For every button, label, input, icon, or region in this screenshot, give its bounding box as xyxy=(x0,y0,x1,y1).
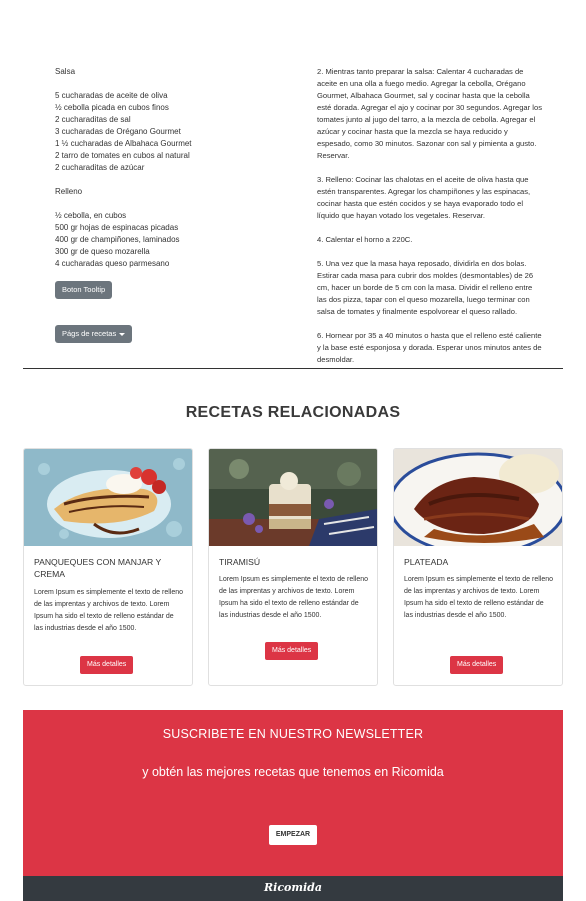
newsletter-subtitle: y obtén las mejores recetas que tenemos … xyxy=(142,765,444,779)
card-title: PANQUEQUES CON MANJAR Y CREMA xyxy=(34,557,162,579)
ingredient-item: 2 tarro de tomates en cubos al natural xyxy=(55,151,190,160)
recipe-card-panqueques: PANQUEQUES CON MANJAR Y CREMA Lorem Ipsu… xyxy=(23,448,193,686)
card-title: TIRAMISÚ xyxy=(219,557,261,567)
panqueques-image xyxy=(24,449,192,546)
more-details-button[interactable]: Más detalles xyxy=(265,642,319,660)
footer-logo[interactable]: Ricomida xyxy=(23,881,563,894)
ingredient-item: 400 gr de champiñones, laminados xyxy=(55,235,180,244)
step-text: 2. Mientras tanto preparar la salsa: Cal… xyxy=(317,67,543,160)
step-text: 3. Relleno: Cocinar las chalotas en el a… xyxy=(317,175,531,220)
dropdown-label: Págs de recetas xyxy=(62,329,117,338)
recipe-section: Salsa 5 cucharadas de aceite de oliva ½ … xyxy=(0,0,586,370)
card-text: Lorem Ipsum es simplemente el texto de r… xyxy=(404,576,554,619)
ingredient-item: 1 ½ cucharadas de Albahaca Gourmet xyxy=(55,139,192,148)
recipe-card-tiramisu: TIRAMISÚ Lorem Ipsum es simplemente el t… xyxy=(208,448,378,686)
start-button[interactable]: EMPEZAR xyxy=(269,825,317,845)
ingredient-item: 500 gr hojas de espinacas picadas xyxy=(55,223,179,232)
ingredients-column: Salsa 5 cucharadas de aceite de oliva ½ … xyxy=(55,66,295,270)
ingredient-item: 300 gr de queso mozarella xyxy=(55,247,150,256)
ingredient-item: 3 cucharadas de Orégano Gourmet xyxy=(55,127,181,136)
plateada-image xyxy=(394,449,562,546)
related-recipes-title: RECETAS RELACIONADAS xyxy=(185,404,401,421)
card-text: Lorem Ipsum es simplemente el texto de r… xyxy=(34,589,184,632)
ingredient-item: ½ cebolla picada en cubos finos xyxy=(55,103,169,112)
tiramisu-image xyxy=(209,449,377,546)
recipe-pages-dropdown[interactable]: Págs de recetas xyxy=(55,325,133,343)
steps-column: 2. Mientras tanto preparar la salsa: Cal… xyxy=(317,66,543,366)
ingredient-item: 5 cucharadas de aceite de oliva xyxy=(55,91,168,100)
more-details-button[interactable]: Más detalles xyxy=(450,656,504,674)
recipe-card-plateada: PLATEADA Lorem Ipsum es simplemente el t… xyxy=(393,448,563,686)
tooltip-button[interactable]: Boton Tooltip xyxy=(55,281,113,299)
newsletter-title: SUSCRIBETE EN NUESTRO NEWSLETTER xyxy=(162,727,424,741)
caret-down-icon xyxy=(119,332,126,336)
ingredient-item: 4 cucharadas queso parmesano xyxy=(55,259,170,268)
salsa-heading: Salsa xyxy=(55,67,76,76)
step-text: 4. Calentar el horno a 220C. xyxy=(317,235,413,244)
card-title: PLATEADA xyxy=(404,557,449,567)
ingredient-item: 2 cucharaditas de azúcar xyxy=(55,163,145,172)
ingredient-item: 2 cucharaditas de sal xyxy=(55,115,131,124)
more-details-button[interactable]: Más detalles xyxy=(80,656,134,674)
footer: Ricomida xyxy=(23,876,563,901)
step-text: 5. Una vez que la masa haya reposado, di… xyxy=(317,259,534,316)
section-divider xyxy=(23,368,563,369)
card-text: Lorem Ipsum es simplemente el texto de r… xyxy=(219,576,369,619)
ingredient-item: ½ cebolla, en cubos xyxy=(55,211,127,220)
newsletter-section: SUSCRIBETE EN NUESTRO NEWSLETTER y obtén… xyxy=(23,710,563,876)
step-text: 6. Hornear por 35 a 40 minutos o hasta q… xyxy=(317,331,542,364)
relleno-heading: Relleno xyxy=(55,187,83,196)
